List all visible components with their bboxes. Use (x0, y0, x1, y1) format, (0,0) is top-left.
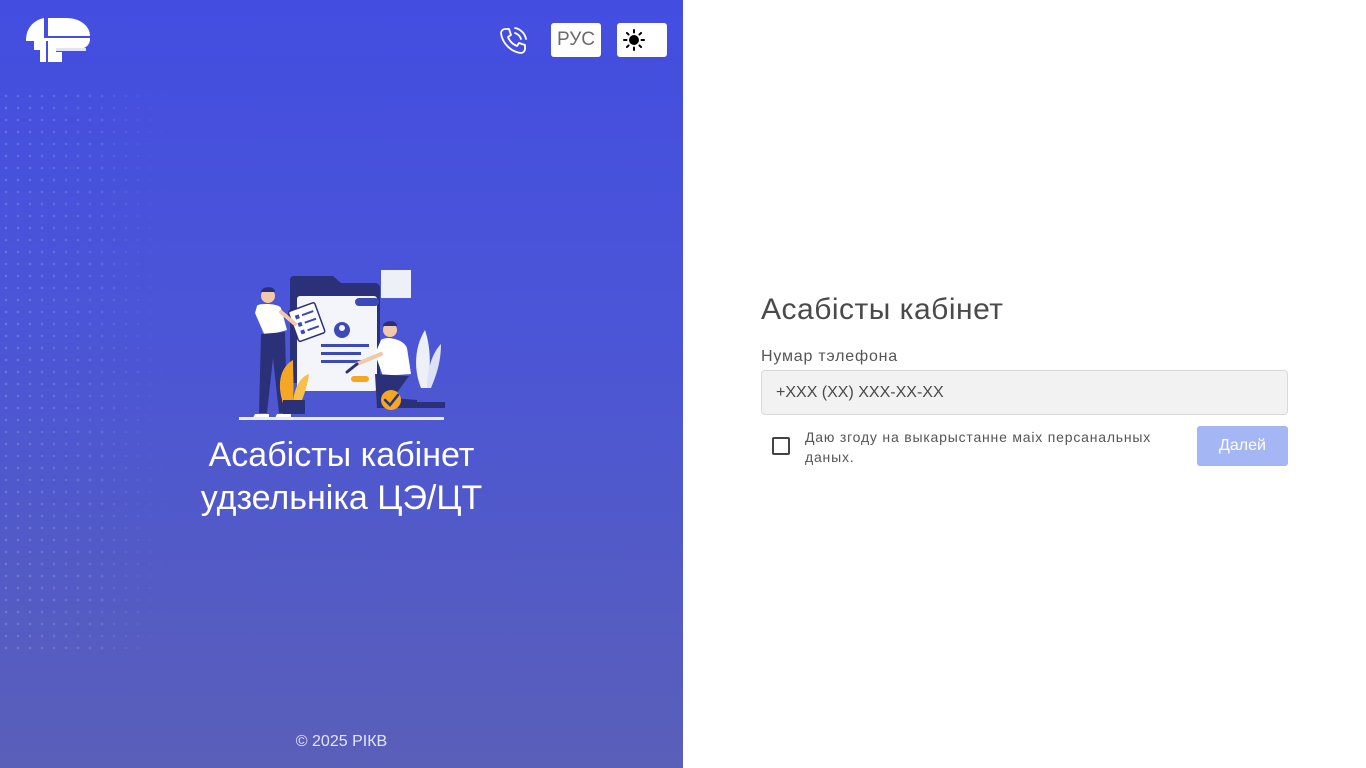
phone-input[interactable] (761, 370, 1288, 415)
hero-title: Асабісты кабінет удзельніка ЦЭ/ЦТ (0, 434, 683, 520)
language-label: РУС (556, 29, 596, 50)
consent-text: Даю згоду на выкарыстанне маіх персаналь… (805, 429, 1152, 465)
sun-icon (623, 29, 645, 51)
dot-pattern (0, 90, 170, 650)
phone-call-icon (500, 27, 527, 54)
hero-title-line-2: удзельніка ЦЭ/ЦТ (200, 479, 483, 517)
consent-checkbox[interactable] (772, 437, 790, 455)
phone-label: Нумар тэлефона (761, 348, 898, 365)
left-panel: РУС Асабісты кабінет удзельніка ЦЭ/ЦТ © … (0, 0, 683, 768)
documents-illustration (239, 270, 445, 420)
next-button[interactable]: Далей (1197, 426, 1288, 466)
theme-toggle-button[interactable] (617, 23, 667, 57)
hero-title-line-1: Асабісты кабінет (208, 436, 475, 474)
form-title: Асабісты кабінет (761, 293, 1004, 326)
copyright-text: © 2025 РІКВ (295, 733, 388, 750)
language-button[interactable]: РУС (551, 23, 601, 57)
rikv-logo-icon (26, 18, 90, 62)
phone-button[interactable] (496, 24, 530, 58)
